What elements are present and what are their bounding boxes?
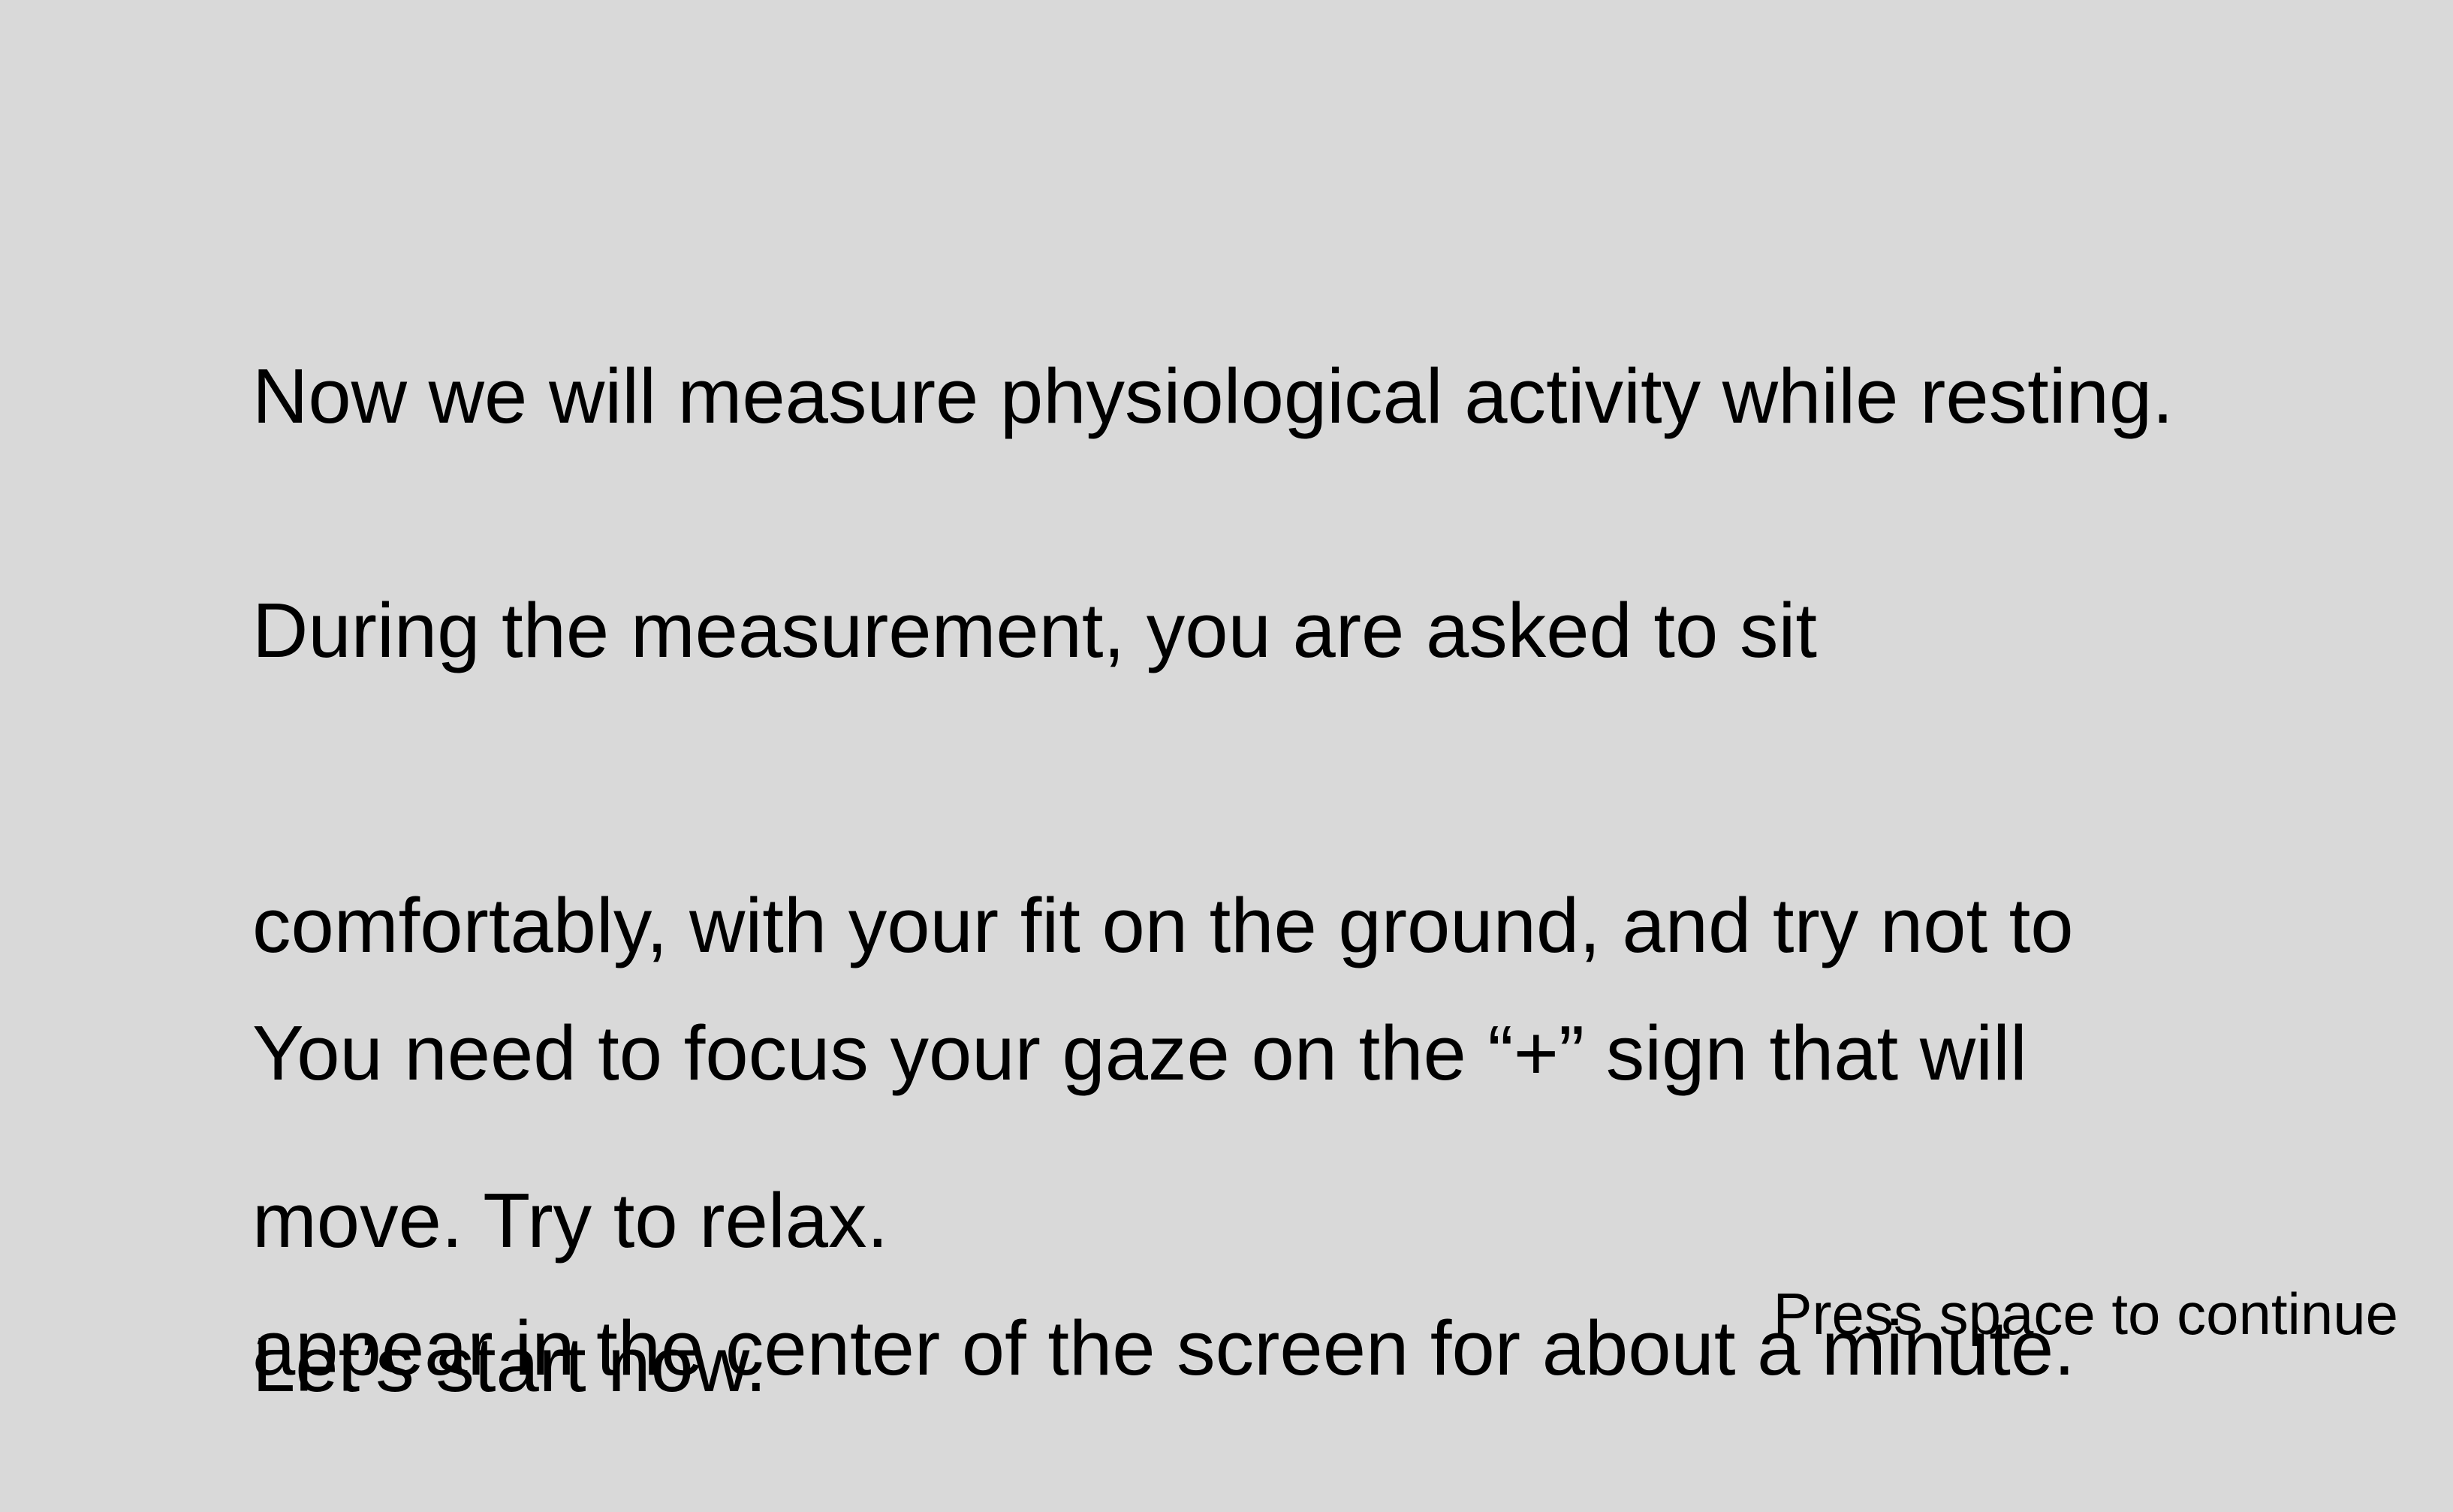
continue-prompt: Press space to continue — [1773, 1281, 2398, 1347]
instruction-paragraph-start: Let’s start now. — [252, 1119, 767, 1512]
instruction-line: Let’s start now. — [252, 1321, 767, 1408]
instruction-line: During the measurement, you are asked to… — [252, 587, 1817, 673]
instruction-line: You need to focus your gaze on the “+” s… — [252, 1010, 2027, 1096]
